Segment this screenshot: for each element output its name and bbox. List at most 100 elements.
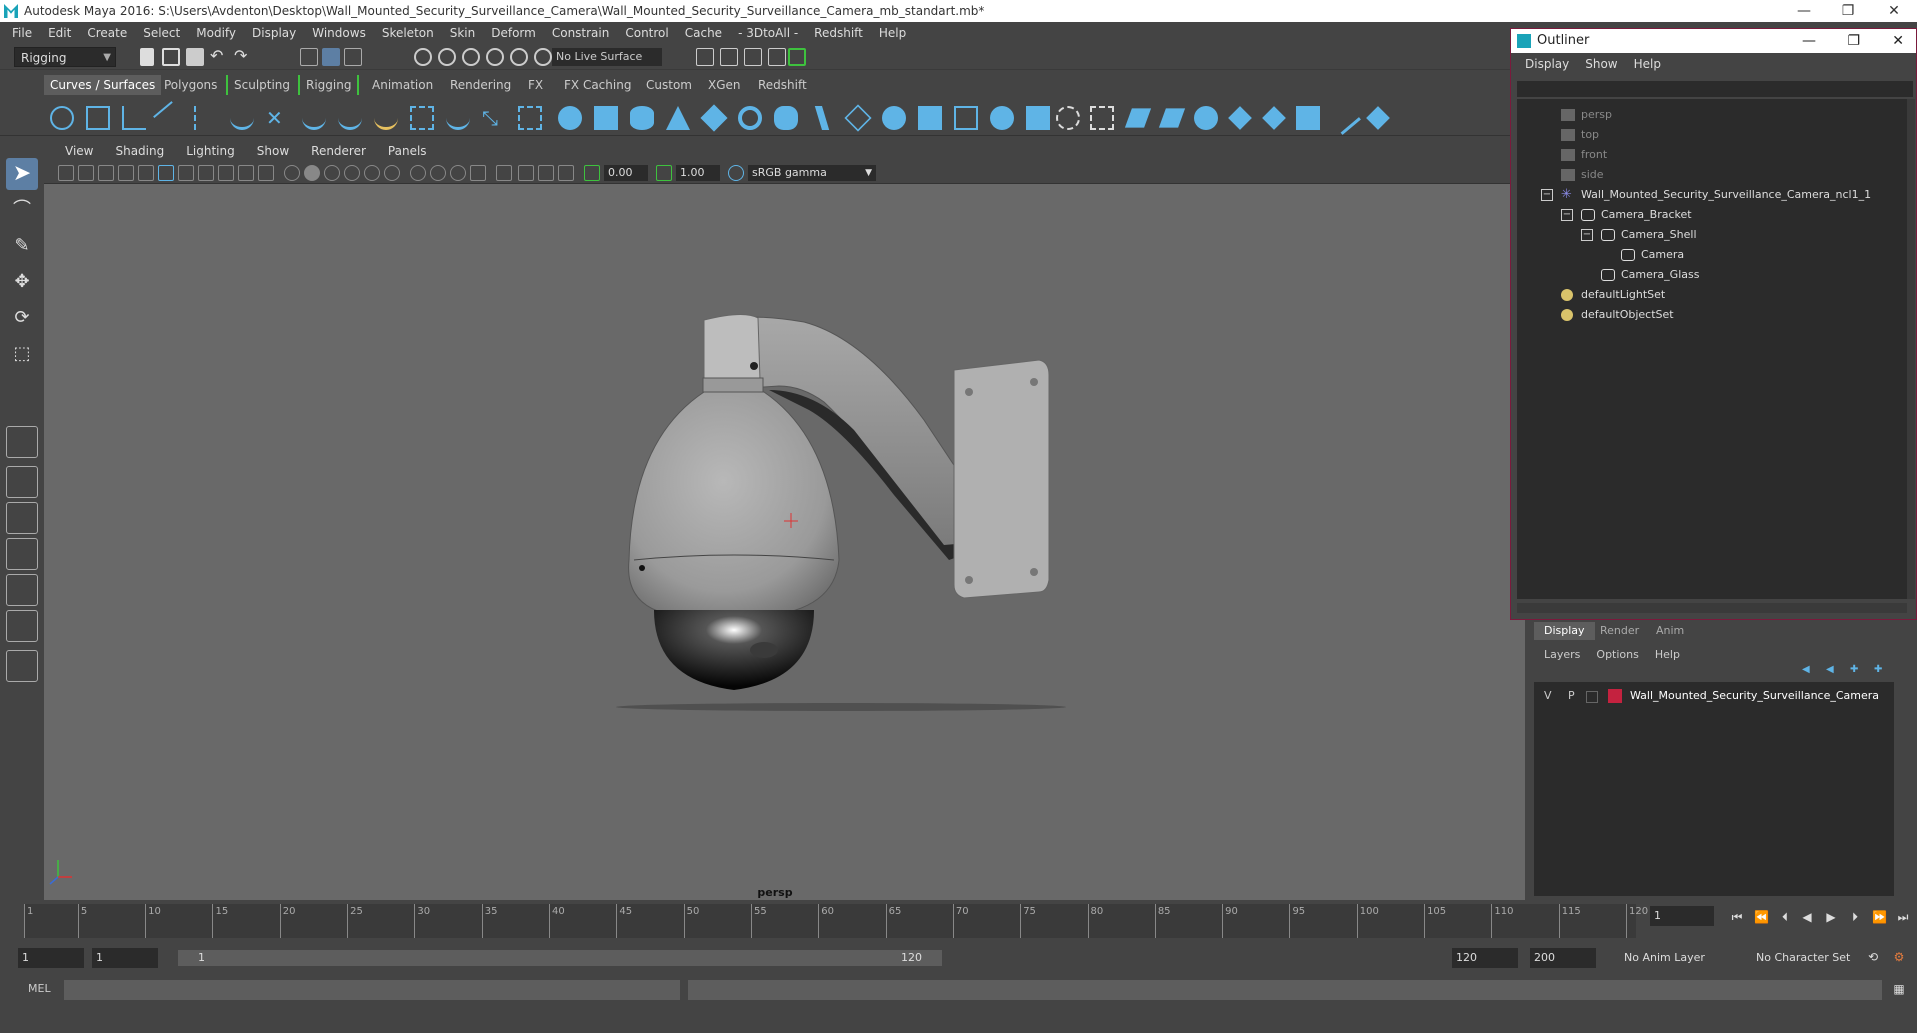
layer-menu-help[interactable]: Help [1647, 648, 1688, 661]
range-bar[interactable]: 1 120 [178, 950, 942, 966]
hypershade-layout-icon[interactable] [6, 574, 38, 606]
menu-windows[interactable]: Windows [304, 26, 374, 40]
fillet-curve-icon[interactable] [410, 106, 434, 130]
layer-color-swatch[interactable] [1608, 689, 1622, 703]
outliner-layout-icon[interactable] [6, 502, 38, 534]
redo-icon[interactable]: ↷ [234, 48, 252, 66]
exposure-icon[interactable] [584, 165, 600, 181]
outliner-v-scrollbar[interactable] [1907, 99, 1915, 599]
insert-knot-icon[interactable] [518, 106, 542, 130]
menu-skeleton[interactable]: Skeleton [374, 26, 442, 40]
menu-deform[interactable]: Deform [483, 26, 544, 40]
new-layer-icon[interactable]: ✚ [1850, 664, 1862, 676]
save-scene-icon[interactable] [186, 48, 204, 66]
auto-key-icon[interactable]: ⟲ [1866, 950, 1880, 964]
layer-menu-layers[interactable]: Layers [1536, 648, 1588, 661]
tab-redshift[interactable]: Redshift [752, 75, 813, 95]
command-input[interactable] [64, 980, 680, 1000]
arc-icon[interactable] [230, 106, 254, 130]
graph-layout-icon[interactable] [6, 538, 38, 570]
tab-animation[interactable]: Animation [366, 75, 439, 95]
play-backwards-icon[interactable]: ◀ [1800, 910, 1814, 924]
select-hierarchy-icon[interactable] [300, 48, 318, 66]
new-layer-selected-icon[interactable]: ✚ [1874, 664, 1886, 676]
current-frame-field[interactable]: 1 [1650, 906, 1714, 926]
menu-display[interactable]: Display [244, 26, 304, 40]
xray-components-icon[interactable] [558, 165, 574, 181]
menu-cache[interactable]: Cache [677, 26, 730, 40]
untrim-icon[interactable] [1124, 108, 1152, 128]
menu-file[interactable]: File [4, 26, 40, 40]
step-back-icon[interactable]: ⏪ [1754, 910, 1769, 924]
layer-playback-toggle[interactable]: P [1568, 686, 1575, 706]
boundary-icon[interactable] [954, 106, 978, 130]
intersect-curve-icon[interactable]: ✕ [266, 106, 290, 130]
open-close-surface-icon[interactable] [1262, 106, 1286, 130]
film-gate-icon[interactable] [178, 165, 194, 181]
tab-render-layers[interactable]: Render [1590, 622, 1649, 640]
layer-menu-options[interactable]: Options [1588, 648, 1646, 661]
tab-sculpting[interactable]: Sculpting [226, 75, 296, 95]
collapse-icon[interactable]: − [1561, 209, 1573, 221]
cv-curve-icon[interactable] [122, 106, 146, 130]
menu-help[interactable]: Help [871, 26, 914, 40]
vp-menu-view[interactable]: View [54, 144, 104, 158]
tab-display-layers[interactable]: Display [1534, 622, 1595, 640]
layer-type-toggle[interactable] [1586, 691, 1598, 703]
vp-menu-shading[interactable]: Shading [104, 144, 175, 158]
menu-skin[interactable]: Skin [442, 26, 484, 40]
color-management-icon[interactable] [728, 165, 744, 181]
snap-together-icon[interactable] [534, 48, 552, 66]
close-button[interactable]: ✕ [1892, 29, 1904, 53]
step-forward-icon[interactable]: ⏩ [1872, 910, 1887, 924]
layer-visibility-toggle[interactable]: V [1544, 686, 1552, 706]
attach-curve-icon[interactable] [302, 106, 326, 130]
square-surface-icon[interactable] [990, 106, 1014, 130]
snap-grid-icon[interactable] [414, 48, 432, 66]
outliner-item-default-light-set[interactable]: defaultLightSet [1561, 285, 1665, 305]
collapse-icon[interactable]: − [1541, 189, 1553, 201]
wireframe-on-shaded-icon[interactable] [324, 165, 340, 181]
nurbs-plane-icon[interactable] [700, 104, 728, 132]
time-ruler[interactable]: 1 5 10 15 20 25 30 35 40 45 50 55 60 65 70 75 80 85 90 95 10… [24, 904, 1648, 938]
minimize-button[interactable]: — [1788, 0, 1820, 22]
render-frame-icon[interactable] [720, 48, 738, 66]
field-chart-icon[interactable] [238, 165, 254, 181]
animation-start-field[interactable]: 1 [18, 948, 84, 968]
ipr-render-icon[interactable] [744, 48, 762, 66]
vp-menu-panels[interactable]: Panels [377, 144, 438, 158]
image-plane-icon[interactable] [118, 165, 134, 181]
playback-end-field[interactable]: 120 [1452, 948, 1518, 968]
play-forwards-icon[interactable]: ▶ [1824, 910, 1838, 924]
render-settings-icon[interactable] [768, 48, 786, 66]
vp-menu-lighting[interactable]: Lighting [175, 144, 246, 158]
outliner-item-camera-bracket[interactable]: − Camera_Bracket [1561, 205, 1692, 225]
four-view-layout-icon[interactable] [6, 466, 38, 498]
collapse-icon[interactable]: − [1581, 229, 1593, 241]
menu-control[interactable]: Control [617, 26, 676, 40]
single-view-layout-icon[interactable] [6, 426, 38, 458]
outliner-item-camera[interactable]: Camera [1621, 245, 1684, 265]
step-back-key-icon[interactable]: ⏴ [1778, 910, 1792, 924]
gamma-icon[interactable] [656, 165, 672, 181]
nurbs-circle-icon[interactable] [50, 106, 74, 130]
bookmark-icon[interactable] [98, 165, 114, 181]
extend-curve-icon[interactable]: ⤡ [482, 106, 506, 130]
birail-icon[interactable] [918, 106, 942, 130]
outliner-item-group[interactable]: − ✳ Wall_Mounted_Security_Surveillance_C… [1541, 185, 1871, 205]
character-set-select[interactable]: No Character Set [1752, 948, 1862, 968]
use-all-lights-icon[interactable] [364, 165, 380, 181]
hypershade-icon[interactable] [788, 48, 806, 66]
insert-isoparm-icon[interactable] [1296, 106, 1320, 130]
outliner-item-camera-glass[interactable]: Camera_Glass [1601, 265, 1699, 285]
outliner-menu-display[interactable]: Display [1517, 57, 1577, 71]
step-forward-key-icon[interactable]: ⏵ [1848, 910, 1862, 924]
extrude-icon[interactable] [882, 106, 906, 130]
outliner-item-side[interactable]: side [1561, 165, 1604, 185]
animation-end-field[interactable]: 200 [1530, 948, 1596, 968]
preferences-icon[interactable]: ⚙ [1892, 950, 1906, 964]
isolate-select-icon[interactable] [496, 165, 512, 181]
outliner-menu-help[interactable]: Help [1626, 57, 1669, 71]
view-transform-select[interactable]: sRGB gamma ▼ [748, 165, 876, 181]
nurbs-cone-icon[interactable] [666, 106, 690, 130]
